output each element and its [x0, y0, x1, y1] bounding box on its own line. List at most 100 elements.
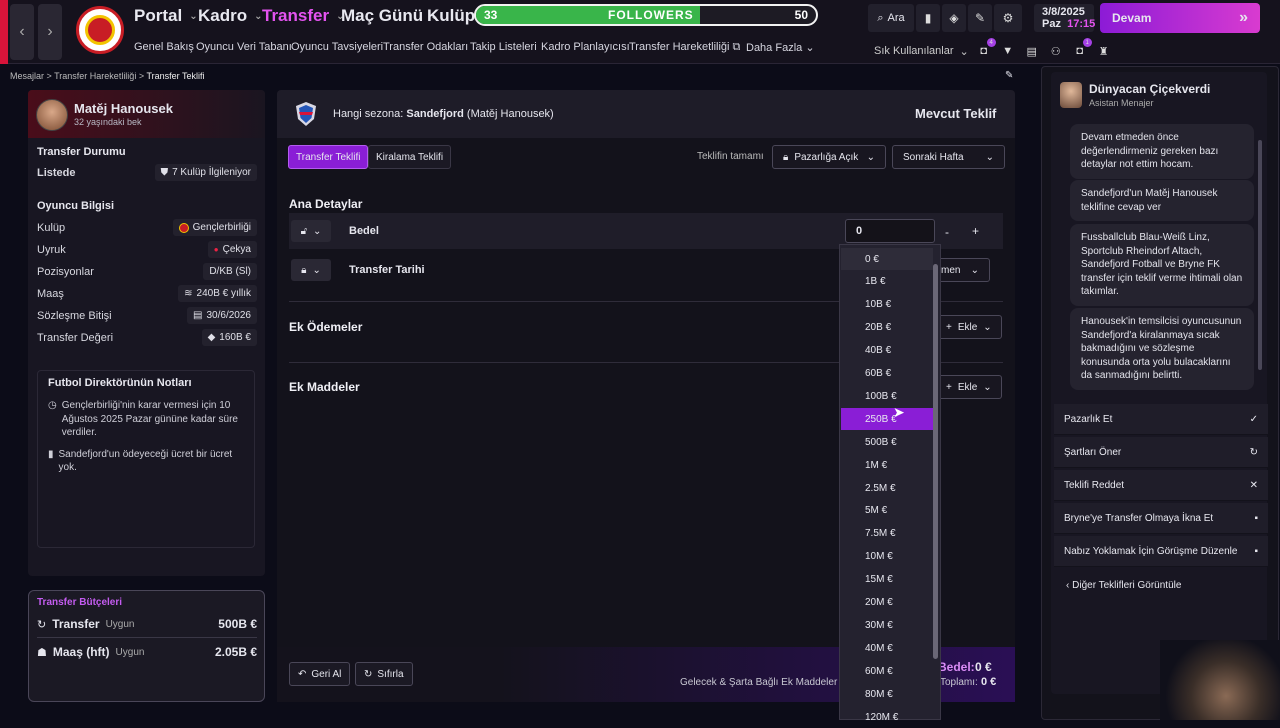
- assistant-message: Devam etmeden önce değerlendirmeniz gere…: [1070, 124, 1254, 179]
- fee-lock-button[interactable]: 🔓︎ ⌄: [291, 220, 331, 242]
- fee-option[interactable]: 80M €: [841, 683, 933, 705]
- messages-scrollbar[interactable]: [1258, 140, 1262, 370]
- grand-total-value: 0 €: [981, 676, 997, 688]
- subnav-daha-fazla[interactable]: Daha Fazla ⌄: [746, 41, 815, 54]
- trophy-icon[interactable]: ♜: [1095, 42, 1113, 60]
- nav-transfer[interactable]: Transfer ⌄: [262, 6, 344, 26]
- inbox-icon[interactable]: ▮: [916, 4, 940, 32]
- tag-icon: ◆: [207, 332, 216, 343]
- tab-transfer-offer[interactable]: Transfer Teklifi: [288, 145, 369, 169]
- fee-option[interactable]: 7.5M €: [841, 523, 933, 545]
- fee-increase-button[interactable]: +: [972, 224, 979, 238]
- fee-label: Bedel: [349, 225, 379, 237]
- breadcrumb-transfer-activity[interactable]: Transfer Hareketliliği: [54, 71, 136, 81]
- reset-button[interactable]: ↻ Sıfırla: [355, 662, 413, 686]
- fee-option[interactable]: 1B €: [841, 271, 933, 293]
- forward-arrow-icon[interactable]: ›: [38, 4, 62, 60]
- pen-icon[interactable]: ✎: [968, 4, 992, 32]
- subnav-takip-listeleri[interactable]: Takip Listeleri: [470, 41, 537, 53]
- breadcrumb: Mesajlar > Transfer Hareketliliği > Tran…: [10, 71, 205, 81]
- section-main-details: Ana Detaylar: [289, 197, 363, 211]
- player-description: 32 yaşındaki bek: [74, 117, 142, 127]
- subnav-oyuncu-tavsiyeleri[interactable]: Oyuncu Tavsiyeleri: [291, 41, 383, 53]
- chevron-down-icon[interactable]: ⌄: [960, 45, 969, 58]
- fee-option[interactable]: 40B €: [841, 340, 933, 362]
- fee-option[interactable]: 1M €: [841, 454, 933, 476]
- subnav-genel-bakis[interactable]: Genel Bakış: [134, 41, 194, 53]
- info-value-positions: D/KB (Sl): [203, 263, 257, 280]
- subnav-kadro-planlayicisi[interactable]: Kadro Planlayıcısı: [541, 41, 630, 53]
- action-persuade[interactable]: Bryne'ye Transfer Olmaya İkna Et ▪: [1054, 503, 1268, 534]
- fee-option[interactable]: 20M €: [841, 592, 933, 614]
- shortcuts-dropdown[interactable]: Sık Kullanılanlar: [874, 45, 954, 57]
- fee-options-dropdown[interactable]: 0 €1B €10B €20B €40B €60B €100B €250B €5…: [839, 244, 941, 723]
- info-value-wage: ≋ 240B € yıllık: [178, 285, 257, 302]
- fee-option[interactable]: 40M €: [841, 637, 933, 659]
- refresh-icon: ↻: [37, 618, 47, 631]
- fee-option[interactable]: 120M €: [841, 706, 933, 728]
- hierarchy-icon[interactable]: ⚇: [1047, 42, 1065, 60]
- fee-option[interactable]: 500B €: [841, 431, 933, 453]
- subnav-transfer-hareketliligi[interactable]: Transfer Hareketliliği ⧉: [629, 41, 740, 54]
- assistant-name[interactable]: Dünyacan Çiçekverdi: [1089, 82, 1210, 96]
- gear-icon[interactable]: ⚙: [994, 4, 1022, 32]
- fee-decrease-button[interactable]: -: [945, 225, 949, 239]
- target-club[interactable]: Sandefjord: [406, 108, 463, 120]
- fee-option[interactable]: 0 €: [841, 248, 933, 270]
- coins-icon: ≋: [184, 288, 193, 299]
- dropdown-scrollbar[interactable]: [933, 264, 938, 659]
- breadcrumb-messages[interactable]: Mesajlar: [10, 71, 44, 81]
- fee-option[interactable]: 20B €: [841, 317, 933, 339]
- nav-kadro[interactable]: Kadro ⌄: [198, 6, 263, 26]
- subnav-transfer-odaklari[interactable]: Transfer Odakları: [383, 41, 468, 53]
- chevron-down-icon: ⌄: [985, 151, 994, 163]
- fee-input[interactable]: 0: [845, 219, 935, 243]
- timing-dropdown[interactable]: Sonraki Hafta ⌄: [892, 145, 1005, 169]
- info-value-nationality[interactable]: ● Çekya: [207, 241, 257, 258]
- action-negotiate[interactable]: Pazarlık Et ✓: [1054, 404, 1268, 435]
- edit-icon[interactable]: ✎: [1005, 70, 1013, 81]
- fee-option[interactable]: 10B €: [841, 294, 933, 316]
- nav-mac-gunu[interactable]: Maç Günü ⌄: [341, 6, 439, 26]
- add-clause-button[interactable]: + Ekle ⌄: [935, 375, 1002, 399]
- info-label: Sözleşme Bitişi: [37, 309, 112, 322]
- view-other-offers-link[interactable]: ‹ Diğer Teklifleri Görüntüle: [1066, 580, 1181, 591]
- fee-option[interactable]: 250B €: [841, 408, 933, 431]
- action-reject-offer[interactable]: Teklifi Reddet ✕: [1054, 470, 1268, 501]
- clipboard-icon[interactable]: ▤: [1023, 42, 1041, 60]
- continue-button[interactable]: Devam»: [1100, 3, 1260, 33]
- undo-button[interactable]: ↶ Geri Al: [289, 662, 351, 686]
- info-value-club[interactable]: Gençlerbirliği: [172, 219, 257, 236]
- interest-badge[interactable]: ⛊ 7 Kulüp İlgileniyor: [154, 164, 257, 181]
- negotiation-dropdown[interactable]: 🔒︎ Pazarlığa Açık ⌄: [772, 145, 886, 169]
- back-arrow-icon[interactable]: ‹: [10, 4, 34, 60]
- fee-option[interactable]: 10M €: [841, 546, 933, 568]
- fee-option[interactable]: 2.5M €: [841, 477, 933, 499]
- fee-option[interactable]: 15M €: [841, 569, 933, 591]
- nav-portal[interactable]: Portal ⌄: [134, 6, 198, 26]
- chevron-down-icon: ⌄: [970, 264, 979, 276]
- subnav-oyuncu-veri-tabani[interactable]: Oyuncu Veri Tabanı: [196, 41, 292, 53]
- message-icon[interactable]: ◘ 1: [1071, 38, 1092, 60]
- search-button[interactable]: ⌕ Ara: [868, 4, 914, 32]
- tab-loan-offer[interactable]: Kiralama Teklifi: [368, 145, 452, 169]
- club-logo[interactable]: [76, 6, 124, 54]
- chat-icon[interactable]: ◘ 4: [975, 38, 996, 60]
- fee-option[interactable]: 60M €: [841, 660, 933, 682]
- assistant-message: Hanousek'in temsilcisi oyuncusunun Sande…: [1070, 308, 1254, 390]
- fee-option[interactable]: 60B €: [841, 363, 933, 385]
- date-lock-button[interactable]: 🔒︎ ⌄: [291, 259, 331, 281]
- shield-icon[interactable]: ◈: [942, 4, 966, 32]
- player-name[interactable]: Matěj Hanousek: [74, 101, 173, 116]
- assistant-message: Fussballclub Blau-Weiß Linz, Sportclub R…: [1070, 224, 1254, 306]
- date-time[interactable]: 3/8/2025 Paz 17:15: [1034, 4, 1095, 32]
- fee-option[interactable]: 30M €: [841, 614, 933, 636]
- action-arrange-meeting[interactable]: Nabız Yoklamak İçin Görüşme Düzenle ▪: [1054, 536, 1268, 567]
- mouse-cursor-icon: ➤: [893, 404, 905, 420]
- shirt-icon[interactable]: ▼: [999, 42, 1017, 60]
- add-extra-payment-button[interactable]: + Ekle ⌄: [935, 315, 1002, 339]
- action-suggest-terms[interactable]: Şartları Öner ↻: [1054, 437, 1268, 468]
- fee-option[interactable]: 100B €: [841, 385, 933, 407]
- transfer-budgets[interactable]: Transfer Bütçeleri ↻ Transfer Uygun 500B €…: [28, 590, 265, 702]
- fee-option[interactable]: 5M €: [841, 500, 933, 522]
